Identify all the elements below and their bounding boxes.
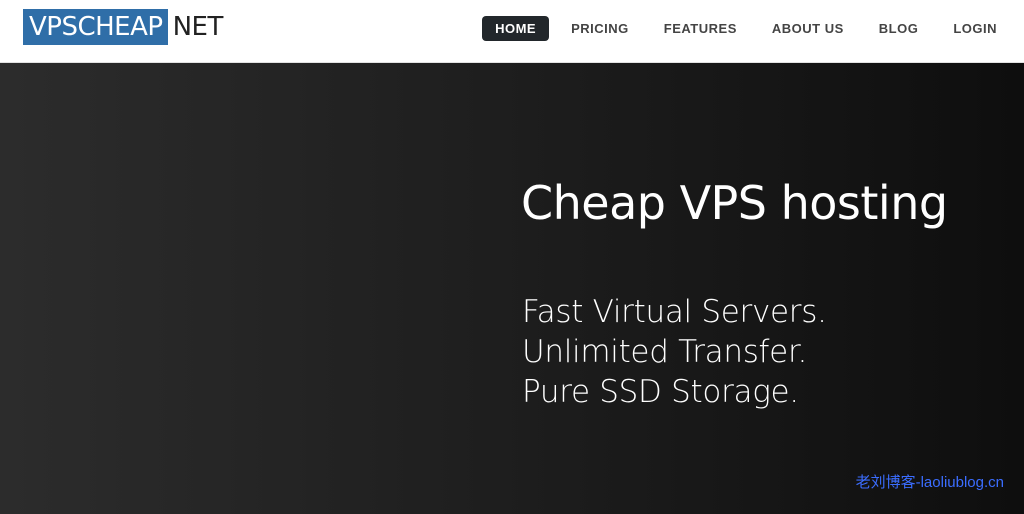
hero-title: Cheap VPS hosting <box>521 176 948 230</box>
nav-login[interactable]: LOGIN <box>940 16 1010 41</box>
hero-line-ssd-storage: Pure SSD Storage. <box>522 374 799 410</box>
nav-pricing[interactable]: PRICING <box>558 16 642 41</box>
hero-line-unlimited-transfer: Unlimited Transfer. <box>522 334 808 370</box>
site-logo[interactable]: VPSCHEAP NET <box>23 9 223 45</box>
watermark-text: 老刘博客-laoliublog.cn <box>855 474 1004 491</box>
hero-line-fast-servers: Fast Virtual Servers. <box>522 294 827 330</box>
hero-tagline: Fast Virtual Servers. Unlimited Transfer… <box>522 292 827 412</box>
top-navbar: VPSCHEAP NET HOME PRICING FEATURES ABOUT… <box>0 0 1024 63</box>
nav-home[interactable]: HOME <box>482 16 550 41</box>
nav-features[interactable]: FEATURES <box>651 16 750 41</box>
nav-about-us[interactable]: ABOUT US <box>759 16 857 41</box>
hero-section: Cheap VPS hosting Fast Virtual Servers. … <box>0 63 1024 514</box>
logo-secondary: NET <box>172 12 224 42</box>
main-nav: HOME PRICING FEATURES ABOUT US BLOG LOGI… <box>473 16 1010 41</box>
logo-primary: VPSCHEAP <box>23 9 168 45</box>
nav-blog[interactable]: BLOG <box>866 16 932 41</box>
